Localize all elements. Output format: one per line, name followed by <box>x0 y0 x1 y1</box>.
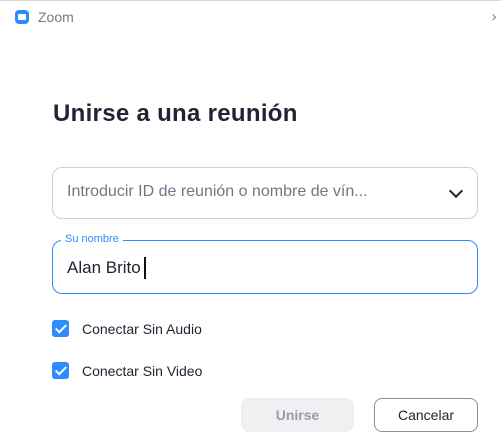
close-icon[interactable]: › <box>491 7 497 26</box>
window-title: Zoom <box>38 9 74 25</box>
no-video-checkbox[interactable] <box>52 362 69 379</box>
option-no-video[interactable]: Conectar Sin Video <box>52 362 202 379</box>
join-button[interactable]: Unirse <box>241 398 354 432</box>
text-caret <box>143 257 146 279</box>
no-audio-checkbox[interactable] <box>52 320 69 337</box>
meeting-id-placeholder: Introducir ID de reunión o nombre de vín… <box>67 183 368 200</box>
option-no-audio[interactable]: Conectar Sin Audio <box>52 320 202 337</box>
cancel-button[interactable]: Cancelar <box>374 398 478 432</box>
no-video-label[interactable]: Conectar Sin Video <box>82 363 202 379</box>
meeting-id-input[interactable]: Introducir ID de reunión o nombre de vín… <box>52 167 478 219</box>
chevron-down-icon[interactable] <box>448 183 464 199</box>
zoom-camera-icon <box>15 10 29 24</box>
name-input[interactable]: Su nombre Alan Brito <box>52 233 478 294</box>
name-input-text: Alan Brito <box>67 258 141 277</box>
page-title: Unirse a una reunión <box>53 100 298 127</box>
name-input-label: Su nombre <box>61 233 123 245</box>
name-input-value[interactable]: Alan Brito <box>67 257 146 279</box>
title-bar: Zoom › <box>0 0 501 30</box>
no-audio-label[interactable]: Conectar Sin Audio <box>82 321 202 337</box>
